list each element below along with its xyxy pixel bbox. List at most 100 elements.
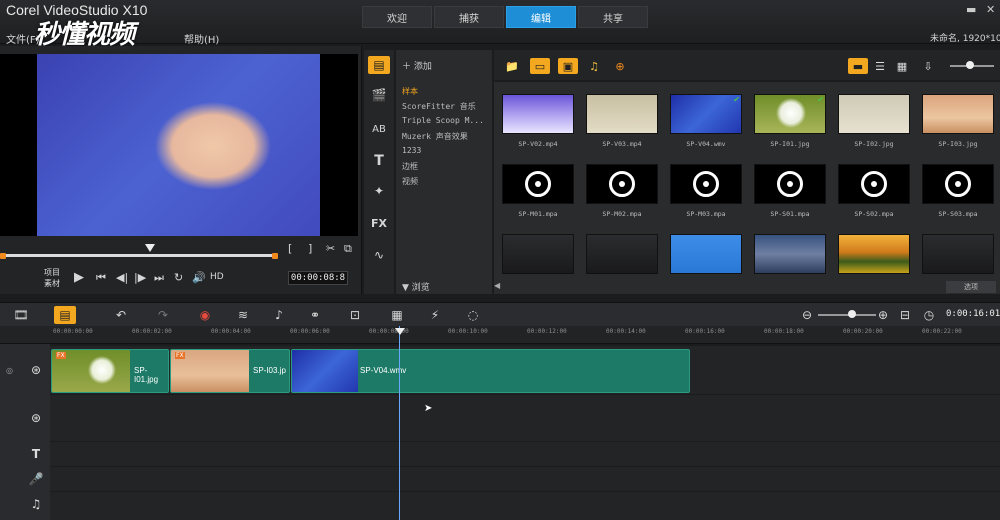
graphic-icon[interactable]: ✦ (368, 182, 390, 200)
media-thumbnail[interactable] (838, 94, 910, 134)
zoom-out-icon[interactable]: ⊖ (796, 306, 818, 324)
playhead-handle[interactable] (395, 328, 405, 335)
overlay-track-icon[interactable]: ⊛ (26, 408, 46, 428)
audio-thumbnail[interactable] (754, 164, 826, 204)
media-thumbnail[interactable] (502, 234, 574, 274)
repeat-icon[interactable]: ↻ (174, 271, 183, 284)
folder-item[interactable]: 1233 (402, 146, 421, 155)
tab-share[interactable]: 共享 (578, 6, 648, 28)
music-track-lane[interactable] (50, 492, 1000, 520)
home-icon[interactable]: ⏮ (96, 271, 106, 285)
trim-end-handle[interactable] (272, 253, 278, 259)
motion-tracking-icon[interactable]: ⚭ (304, 306, 326, 324)
audio-thumbnail[interactable] (670, 164, 742, 204)
menu-help[interactable]: 帮助(H) (184, 31, 219, 46)
title-track-icon[interactable]: T (26, 444, 46, 464)
path-icon[interactable]: ∿ (368, 246, 390, 264)
end-icon[interactable]: ⏭ (154, 271, 164, 285)
timeline-clip[interactable]: FX SP-I03.jp (170, 349, 290, 393)
folder-item[interactable]: 边框 (402, 161, 418, 172)
menu-file[interactable]: 文件(F) (6, 31, 40, 46)
folder-item[interactable]: 样本 (402, 86, 418, 97)
timecode-display[interactable]: 00:00:08:8 (288, 271, 348, 285)
subtitle-editor-icon[interactable]: ⊡ (344, 306, 366, 324)
media-thumbnail[interactable] (838, 234, 910, 274)
close-icon[interactable]: ✕ (986, 3, 995, 16)
folder-icon[interactable]: 📁 (502, 58, 522, 74)
trim-start-handle[interactable] (0, 253, 6, 259)
folder-item[interactable]: Triple Scoop M... (402, 116, 484, 125)
hd-toggle[interactable]: HD (210, 272, 224, 282)
previous-frame-icon[interactable]: ◀| (116, 271, 128, 284)
media-thumbnail[interactable]: ✔ (670, 94, 742, 134)
browse-button[interactable]: ▼ 浏览 (402, 280, 430, 293)
import-icon[interactable]: ⊕ (610, 58, 630, 74)
options-button[interactable]: 选项 (946, 281, 996, 293)
video-track-icon[interactable]: ⊛ (26, 360, 46, 380)
thumbnail-size-knob[interactable] (966, 61, 974, 69)
zoom-slider-knob[interactable] (848, 310, 856, 318)
media-thumbnail[interactable]: ✔ (754, 94, 826, 134)
enlarge-icon[interactable]: ⧉ (344, 242, 352, 256)
scrub-bar[interactable] (0, 254, 276, 257)
grid-view-icon[interactable]: ▦ (892, 58, 912, 74)
zoom-in-icon[interactable]: ⊕ (872, 306, 894, 324)
thumbnail-view-icon[interactable]: ▬ (848, 58, 868, 74)
multi-trim-icon[interactable]: ▦ (386, 306, 408, 324)
media-thumbnail[interactable] (670, 234, 742, 274)
media-thumbnail[interactable] (754, 234, 826, 274)
zoom-slider[interactable] (818, 314, 876, 316)
timeline-clip[interactable]: SP-V04.wmv (291, 349, 690, 393)
tab-capture[interactable]: 捕获 (434, 6, 504, 28)
title-track-lane[interactable] (50, 442, 1000, 466)
show-photos-icon[interactable]: ▣ (558, 58, 578, 74)
timeline-ruler[interactable]: 00:00:00:00 00:00:02:00 00:00:04:00 00:00:0… (0, 326, 1000, 344)
media-thumbnail[interactable] (922, 94, 994, 134)
fx-icon[interactable]: FX (368, 214, 390, 232)
folder-item[interactable]: 视频 (402, 176, 418, 187)
scrub-handle[interactable] (145, 244, 155, 252)
media-thumbnail[interactable] (586, 94, 658, 134)
record-capture-icon[interactable]: ◉ (194, 306, 216, 324)
tab-welcome[interactable]: 欢迎 (362, 6, 432, 28)
folder-item[interactable]: Muzerk 声音效果 (402, 131, 468, 142)
track-toggle-icon[interactable]: ◎ (6, 366, 13, 375)
audio-thumbnail[interactable] (502, 164, 574, 204)
add-folder-button[interactable]: ＋ 添加 (402, 59, 432, 72)
playhead-line[interactable] (399, 326, 400, 520)
audio-thumbnail[interactable] (838, 164, 910, 204)
storyboard-view-icon[interactable]: 🎞 (10, 306, 32, 324)
mark-in-button[interactable]: [ (288, 242, 292, 255)
transition-icon[interactable]: AB (368, 120, 390, 138)
auto-music-icon[interactable]: ♪ (268, 306, 290, 324)
redo-icon[interactable]: ↷ (152, 306, 174, 324)
media-thumbnail[interactable] (502, 94, 574, 134)
mode-clip[interactable]: 素材 (44, 278, 60, 289)
next-frame-icon[interactable]: |▶ (134, 271, 146, 284)
show-audio-icon[interactable]: ♫ (584, 58, 604, 74)
mark-out-button[interactable]: ] (308, 242, 312, 255)
scroll-left-icon[interactable]: ◀ (494, 281, 506, 291)
title-icon[interactable]: T (368, 152, 390, 170)
undo-icon[interactable]: ↶ (110, 306, 132, 324)
tab-edit[interactable]: 编辑 (506, 6, 576, 28)
sound-mixer-icon[interactable]: ≋ (232, 306, 254, 324)
music-track-icon[interactable]: ♫ (26, 494, 46, 514)
voice-track-lane[interactable] (50, 467, 1000, 491)
split-clip-icon[interactable]: ✂ (326, 242, 335, 255)
overlay-track-lane[interactable] (50, 395, 1000, 441)
media-thumbnail[interactable] (586, 234, 658, 274)
mode-project[interactable]: 项目 (44, 267, 60, 278)
show-videos-icon[interactable]: ▭ (530, 58, 550, 74)
list-view-icon[interactable]: ☰ (870, 58, 890, 74)
folder-item[interactable]: ScoreFitter 音乐 (402, 101, 476, 112)
minimize-icon[interactable]: ▬ (966, 3, 976, 16)
voice-track-icon[interactable]: 🎤 (26, 469, 46, 489)
sort-icon[interactable]: ⇩ (918, 58, 938, 74)
time-remapping-icon[interactable]: ⚡ (424, 306, 446, 324)
timeline-clip[interactable]: FX SP-I01.jpg (51, 349, 169, 393)
audio-thumbnail[interactable] (586, 164, 658, 204)
instant-project-icon[interactable]: 🎬 (368, 86, 390, 104)
audio-thumbnail[interactable] (922, 164, 994, 204)
volume-icon[interactable]: 🔊 (192, 271, 206, 284)
